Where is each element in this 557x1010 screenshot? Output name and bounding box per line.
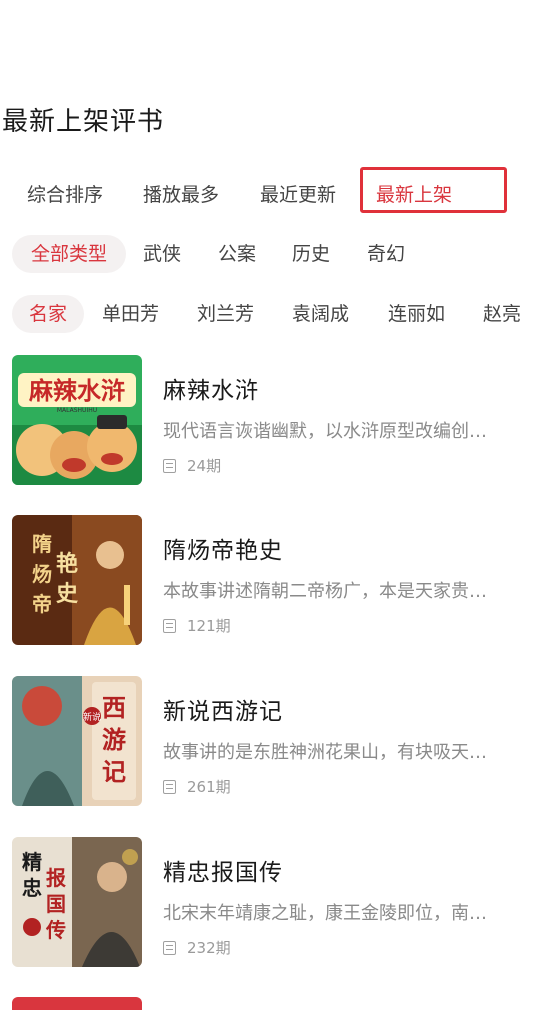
book-description: 北宋末年靖康之耻，康王金陵即位，南… <box>163 903 487 924</box>
book-cover[interactable]: 隋 炀 帝 艳 史 <box>12 515 142 645</box>
cover-title-text: 麻辣水浒 <box>28 377 125 405</box>
highlight-box <box>360 167 507 213</box>
book-cover[interactable]: 麻辣水浒 MALASHUIHU <box>12 355 142 485</box>
sort-tab-most-played[interactable]: 播放最多 <box>143 178 219 212</box>
type-filter-gongan[interactable]: 公案 <box>218 235 256 273</box>
sort-tab-comprehensive[interactable]: 综合排序 <box>27 178 103 212</box>
type-filter-history[interactable]: 历史 <box>292 235 330 273</box>
book-description: 本故事讲述隋朝二帝杨广，本是天家贵… <box>163 581 487 602</box>
cover-badge-text: 新说 <box>83 711 101 723</box>
page-title: 最新上架评书 <box>2 107 165 137</box>
cover-title-text-3: 记 <box>102 758 126 786</box>
book-description: 故事讲的是东胜神洲花果山，有块吸天… <box>163 742 487 763</box>
book-episodes: 261期 <box>163 776 231 797</box>
book-item[interactable]: 精 忠 报 国 传 精忠报国传 北宋末年靖康之耻，康王金陵即位，南… 232期 <box>12 837 547 967</box>
cover-title-text-2: 炀 <box>32 562 52 586</box>
book-item[interactable]: 隋 炀 帝 艳 史 隋炀帝艳史 本故事讲述隋朝二帝杨广，本是天家贵… 121期 <box>12 515 547 645</box>
page: 最新上架评书 综合排序 播放最多 最近更新 最新上架 全部类型 武侠 公案 历史… <box>0 0 557 1010</box>
book-item[interactable]: 麻辣水浒 MALASHUIHU 麻辣水浒 现代语言诙谐幽默，以水浒原型改编创… … <box>12 355 547 485</box>
artist-filter-yuan-kuocheng[interactable]: 袁阔成 <box>292 295 349 333</box>
artist-filter-liu-lanfang[interactable]: 刘兰芳 <box>197 295 254 333</box>
type-filter-all[interactable]: 全部类型 <box>12 235 126 273</box>
book-episodes-count: 24期 <box>187 457 222 475</box>
book-episodes: 24期 <box>163 455 221 476</box>
book-cover[interactable] <box>12 997 142 1010</box>
cover-title-text-2: 忠 <box>22 876 42 900</box>
book-episodes: 232期 <box>163 937 231 958</box>
book-item[interactable]: 西 游 记 新说 新说西游记 故事讲的是东胜神洲花果山，有块吸天… 261期 <box>12 676 547 806</box>
cover-title-text-3: 帝 <box>32 592 52 616</box>
cover-title-text-1: 西 <box>102 694 126 722</box>
episodes-list-icon <box>163 779 176 794</box>
book-cover[interactable]: 西 游 记 新说 <box>12 676 142 806</box>
episodes-list-icon <box>163 458 176 473</box>
cover-title-text-1: 精 <box>22 850 42 874</box>
book-cover-art: 精 忠 报 国 传 <box>12 837 142 967</box>
cover-title-text-4: 艳 <box>56 551 78 577</box>
book-cover-art: 西 游 记 新说 <box>12 676 142 806</box>
book-episodes-count: 232期 <box>187 939 231 957</box>
sort-tab-recently-updated[interactable]: 最近更新 <box>260 178 336 212</box>
artist-filter-lian-liru[interactable]: 连丽如 <box>388 295 445 333</box>
artist-filter-zhao-liang[interactable]: 赵亮 <box>483 295 521 333</box>
book-episodes: 121期 <box>163 615 231 636</box>
book-cover-art: 隋 炀 帝 艳 史 <box>12 515 142 645</box>
book-episodes-count: 261期 <box>187 778 231 796</box>
cover-title-text-5: 史 <box>56 582 79 607</box>
book-episodes-count: 121期 <box>187 617 231 635</box>
book-title[interactable]: 精忠报国传 <box>163 853 283 887</box>
book-title[interactable]: 隋炀帝艳史 <box>163 531 283 565</box>
book-description: 现代语言诙谐幽默，以水浒原型改编创… <box>163 421 487 442</box>
cover-title-text-1: 隋 <box>32 532 52 556</box>
artist-filter-masters[interactable]: 名家 <box>12 295 84 333</box>
book-cover-art: 麻辣水浒 MALASHUIHU <box>12 355 142 485</box>
artist-filter-shan-tianfang[interactable]: 单田芳 <box>102 295 159 333</box>
book-title[interactable]: 新说西游记 <box>163 692 283 726</box>
type-filter-fantasy[interactable]: 奇幻 <box>367 235 405 273</box>
cover-title-text-5: 传 <box>45 918 66 942</box>
book-title[interactable]: 麻辣水浒 <box>163 371 259 405</box>
book-item-partial[interactable] <box>12 997 547 1010</box>
cover-subtitle-text: MALASHUIHU <box>57 407 97 414</box>
cover-title-text-3: 报 <box>46 866 66 890</box>
episodes-list-icon <box>163 940 176 955</box>
cover-title-text-2: 游 <box>102 726 126 754</box>
type-filter-wuxia[interactable]: 武侠 <box>143 235 181 273</box>
book-cover[interactable]: 精 忠 报 国 传 <box>12 837 142 967</box>
cover-title-text-4: 国 <box>46 892 66 916</box>
episodes-list-icon <box>163 618 176 633</box>
